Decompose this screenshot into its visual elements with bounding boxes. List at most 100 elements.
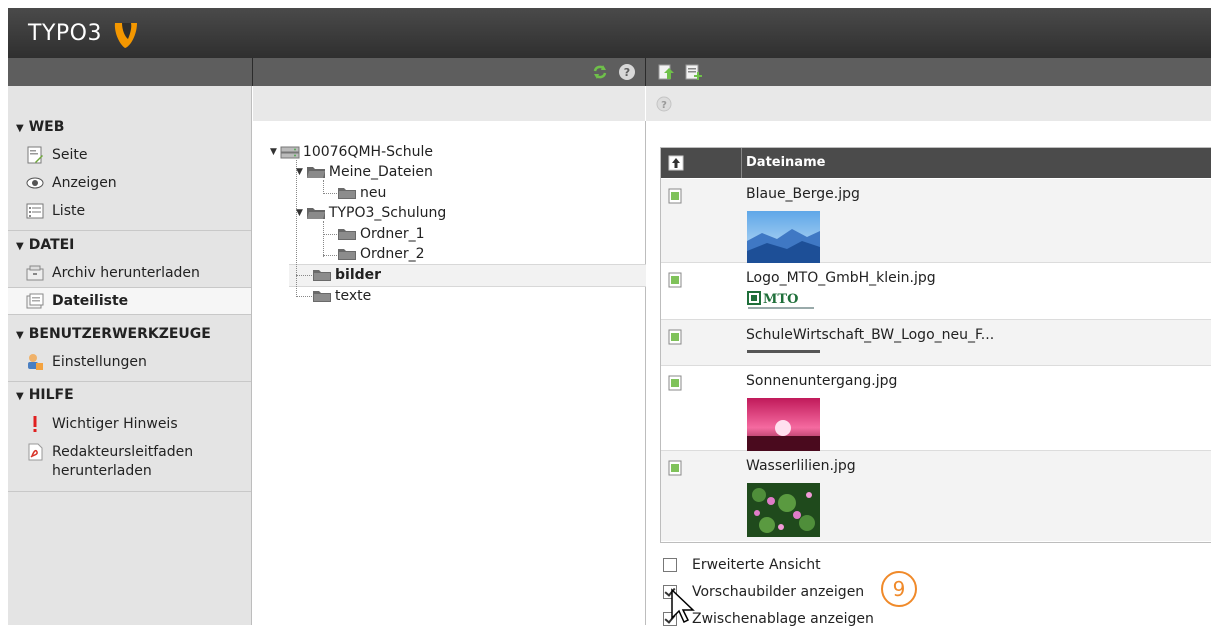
tree-line <box>323 180 324 194</box>
open-folder-icon <box>306 167 325 178</box>
column-header-dateiname[interactable]: Dateiname <box>746 155 825 170</box>
tree-line <box>323 234 337 235</box>
content-header: ? <box>646 86 1211 122</box>
tree-line <box>296 275 312 276</box>
menu-item-liste[interactable]: Liste <box>26 202 85 220</box>
extended-view-checkbox[interactable] <box>663 558 677 572</box>
tree-node-ordner-1[interactable]: Ordner_1 <box>337 226 425 242</box>
tree-node-bilder[interactable]: bilder <box>312 267 381 283</box>
menu-label: Wichtiger Hinweis <box>52 416 178 432</box>
upload-icon[interactable] <box>657 63 675 81</box>
new-file-icon[interactable] <box>684 63 702 81</box>
file-row[interactable]: Logo_MTO_GmbH_klein.jpg MTO <box>661 263 1211 320</box>
divider <box>8 491 251 492</box>
menu-item-dateiliste[interactable]: Dateiliste <box>26 292 128 310</box>
refresh-icon[interactable] <box>591 63 609 81</box>
filelist-icon <box>26 293 44 309</box>
tree-node-ordner-2[interactable]: Ordner_2 <box>337 246 425 262</box>
page-icon <box>27 146 43 164</box>
tree-line <box>296 160 297 297</box>
sort-up-icon[interactable] <box>668 155 684 171</box>
tree-header <box>253 86 645 122</box>
archive-icon <box>26 265 44 281</box>
image-file-icon <box>668 460 682 476</box>
svg-text:?: ? <box>624 66 630 79</box>
help-icon[interactable]: ? <box>656 96 672 112</box>
menu-label: Anzeigen <box>52 175 117 191</box>
collapse-arrow-icon[interactable]: ▼ <box>296 167 303 177</box>
thumbnail-sunset[interactable] <box>747 398 820 452</box>
tree-node-texte[interactable]: texte <box>312 288 371 304</box>
exclamation-icon <box>33 416 37 432</box>
tree-node-typo3-schulung[interactable]: ▼ TYPO3_Schulung <box>296 205 446 221</box>
thumbnail-mountains[interactable] <box>747 211 820 263</box>
file-row[interactable]: SchuleWirtschaft_BW_Logo_neu_F... <box>661 320 1211 366</box>
step-number-badge: 9 <box>881 571 917 607</box>
menu-item-anzeigen[interactable]: Anzeigen <box>26 174 117 192</box>
menu-item-redakteursleitfaden[interactable]: Redakteursleitfaden herunterladen <box>26 443 193 481</box>
group-hilfe[interactable]: ▼ HILFE <box>16 387 74 403</box>
menu-label: Liste <box>52 203 86 219</box>
folder-icon <box>313 270 331 281</box>
file-name[interactable]: Logo_MTO_GmbH_klein.jpg <box>746 270 936 286</box>
image-file-icon <box>668 272 682 288</box>
collapse-arrow-icon[interactable]: ▼ <box>296 208 303 218</box>
open-folder-icon <box>306 208 325 219</box>
image-file-icon <box>668 188 682 204</box>
divider <box>8 230 251 231</box>
image-file-icon <box>668 375 682 391</box>
module-menu: ▼ WEB Seite Anzeigen Liste ▼ DATEI Archiv … <box>8 86 252 625</box>
file-row[interactable]: Blaue_Berge.jpg <box>661 179 1211 263</box>
tree-node-label: texte <box>335 288 372 304</box>
menu-item-archiv[interactable]: Archiv herunterladen <box>26 264 200 282</box>
tree-node-label: TYPO3_Schulung <box>328 205 447 221</box>
tree-node-label: neu <box>360 185 387 201</box>
file-name[interactable]: Blaue_Berge.jpg <box>746 186 860 202</box>
file-name[interactable]: SchuleWirtschaft_BW_Logo_neu_F... <box>746 327 994 343</box>
folder-icon <box>338 188 356 199</box>
tree-line <box>323 255 337 256</box>
tree-node-label: Ordner_1 <box>360 226 425 242</box>
module-menu-toolbar <box>8 58 253 86</box>
typo3-logo-icon <box>114 23 137 48</box>
thumbnail-waterlilies[interactable] <box>747 483 820 537</box>
divider <box>8 314 251 315</box>
header-icon-column <box>661 148 742 178</box>
file-row[interactable]: Wasserlilien.jpg <box>661 451 1211 541</box>
option-label: Vorschaubilder anzeigen <box>692 584 865 600</box>
help-icon[interactable]: ? <box>618 63 636 81</box>
image-file-icon <box>668 329 682 345</box>
menu-item-wichtiger-hinweis[interactable]: Wichtiger Hinweis <box>26 415 178 433</box>
group-web[interactable]: ▼ WEB <box>16 119 64 135</box>
file-table: Dateiname Blaue_Berge.jpg Logo_MTO_GmbH_… <box>660 147 1211 543</box>
tree-line <box>296 296 312 297</box>
tree-node-meine-dateien[interactable]: ▼ Meine_Dateien <box>296 164 433 180</box>
group-benutzerwerkzeuge[interactable]: ▼ BENUTZERWERKZEUGE <box>16 326 211 342</box>
pdf-icon <box>28 443 43 461</box>
tree-node-neu[interactable]: neu <box>337 185 386 201</box>
thumbnail-schulewirtschaft-logo[interactable] <box>747 348 820 356</box>
file-row[interactable]: Sonnenuntergang.jpg <box>661 366 1211 452</box>
group-datei[interactable]: ▼ DATEI <box>16 237 74 253</box>
content-toolbar <box>646 58 1211 86</box>
file-name[interactable]: Sonnenuntergang.jpg <box>746 373 897 389</box>
tree-node-label: 10076QMH-Schule <box>302 144 433 160</box>
collapse-arrow-icon[interactable]: ▼ <box>270 147 277 157</box>
folder-icon <box>338 229 356 240</box>
menu-label: Archiv herunterladen <box>52 265 200 281</box>
menu-item-seite[interactable]: Seite <box>26 146 88 164</box>
top-bar: TYPO3 <box>8 8 1211 58</box>
option-erweiterte-ansicht[interactable]: Erweiterte Ansicht <box>663 557 821 573</box>
thumbnail-logo-mto[interactable]: MTO <box>747 290 820 312</box>
menu-label: Seite <box>52 147 88 163</box>
tree-node-label: Meine_Dateien <box>328 164 433 180</box>
svg-text:MTO: MTO <box>763 292 798 307</box>
file-name[interactable]: Wasserlilien.jpg <box>746 458 856 474</box>
tree-node-root[interactable]: ▼ 10076QMH-Schule <box>270 144 433 160</box>
folder-tree <box>253 121 646 625</box>
menu-item-einstellungen[interactable]: Einstellungen <box>26 353 147 371</box>
menu-label: Redakteursleitfaden herunterladen <box>52 444 194 479</box>
user-settings-icon <box>28 354 43 370</box>
option-label: Erweiterte Ansicht <box>692 557 821 573</box>
logo-text: TYPO3 <box>28 21 102 46</box>
